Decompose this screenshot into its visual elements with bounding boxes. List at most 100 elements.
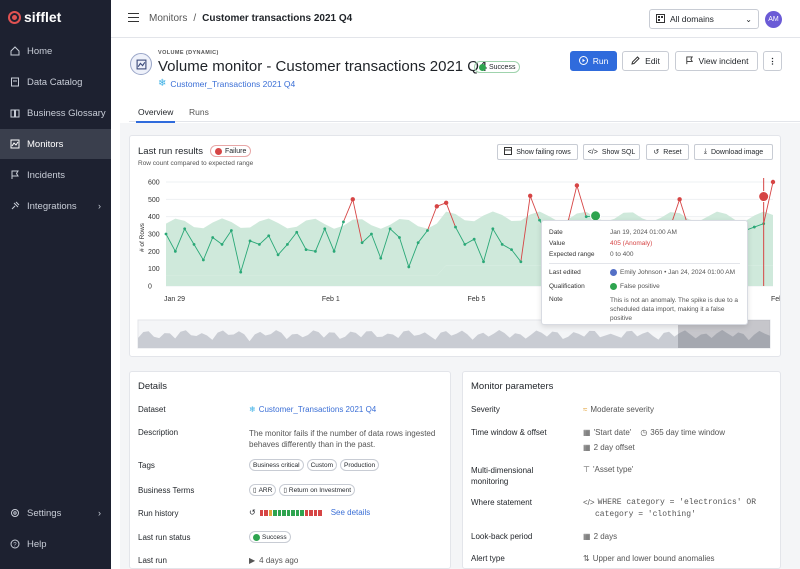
- dataset-link[interactable]: ❄ Customer_Transactions 2021 Q4: [158, 78, 295, 89]
- param-alert-value: Upper and lower bound anomalies: [592, 554, 715, 563]
- sidebar-item-home[interactable]: Home: [0, 36, 111, 66]
- data-point: [220, 243, 224, 246]
- data-point: [183, 227, 187, 231]
- brand-logo[interactable]: sifflet: [8, 9, 61, 25]
- tooltip-note-label: Note: [549, 296, 563, 303]
- detail-dataset-link[interactable]: ❄ Customer_Transactions 2021 Q4: [249, 405, 376, 414]
- chevron-down-icon: ⌄: [745, 14, 752, 24]
- dataset-link-label: Customer_Transactions 2021 Q4: [170, 78, 296, 89]
- topbar: Monitors / Customer transactions 2021 Q4…: [111, 0, 800, 38]
- y-axis-label: # of Rows: [139, 222, 146, 252]
- data-point: [201, 258, 205, 262]
- data-point: [164, 232, 168, 236]
- run-history-segment: [282, 509, 286, 516]
- data-point: [388, 227, 392, 231]
- run-history-segment: [304, 509, 309, 516]
- edit-button-label: Edit: [645, 56, 660, 66]
- reset-button[interactable]: ↺ Reset: [646, 144, 689, 160]
- data-point: [584, 215, 588, 219]
- reset-label: Reset: [663, 148, 682, 156]
- sidebar-item-integrations[interactable]: Integrations ›: [0, 191, 111, 221]
- view-incident-button[interactable]: View incident: [675, 51, 758, 71]
- anomaly-point: [434, 204, 440, 209]
- page-title: Volume monitor - Customer transactions 2…: [158, 58, 488, 75]
- run-history-segment: [309, 509, 313, 516]
- detail-description-value: The monitor fails if the number of data …: [249, 429, 436, 450]
- term-chip-label: Return on Investment: [288, 486, 352, 494]
- series-segment: [576, 185, 587, 217]
- data-point: [752, 225, 756, 229]
- data-point: [510, 248, 513, 251]
- avatar[interactable]: AM: [765, 11, 782, 28]
- catalog-icon: [9, 77, 20, 88]
- data-point: [500, 243, 504, 246]
- detail-terms-label: Business Terms: [138, 486, 195, 495]
- sidebar-item-business-glossary[interactable]: Business Glossary: [0, 98, 111, 128]
- success-badge-label: Success: [262, 533, 287, 541]
- sidebar-item-help[interactable]: ? Help: [0, 529, 111, 559]
- show-sql-button[interactable]: </> Show SQL: [583, 144, 640, 160]
- gear-icon: [9, 508, 20, 519]
- data-point: [426, 229, 429, 232]
- sidebar-item-incidents[interactable]: Incidents: [0, 160, 111, 190]
- data-point: [304, 248, 308, 251]
- tab-bar: Overview Runs: [129, 100, 800, 123]
- term-chip[interactable]: ▯ Return on Investment: [279, 484, 356, 496]
- tooltip-edited-value: Emily Johnson • Jan 24, 2024 01:00 AM: [620, 269, 736, 276]
- tooltip-range-value: 0 to 400: [610, 251, 634, 258]
- menu-icon[interactable]: [128, 13, 139, 22]
- edit-button[interactable]: Edit: [622, 51, 669, 71]
- run-history-segment: [300, 509, 304, 516]
- y-tick-label: 300: [148, 232, 160, 239]
- data-point: [398, 236, 401, 239]
- detail-description-label: Description: [138, 428, 179, 437]
- failure-badge-label: Failure: [225, 147, 247, 155]
- run-history-bar[interactable]: [259, 509, 322, 516]
- x-tick-label: Feb 1: [322, 296, 340, 303]
- param-lookback-value: 2 days: [593, 532, 618, 541]
- anomaly-point: [443, 200, 449, 205]
- detail-history-label: Run history: [138, 509, 179, 518]
- play-icon: [578, 55, 588, 67]
- detail-status-label: Last run status: [138, 533, 191, 542]
- data-point: [211, 236, 215, 239]
- status-badge: Success: [474, 61, 521, 73]
- sidebar-item-data-catalog[interactable]: Data Catalog: [0, 67, 111, 97]
- tag-chip[interactable]: Business critical: [249, 459, 304, 471]
- run-history-segment: [273, 509, 277, 516]
- show-failing-rows-button[interactable]: Show failing rows: [497, 144, 578, 160]
- x-tick-label: Feb 5: [468, 296, 486, 303]
- param-alert-label: Alert type: [471, 554, 505, 563]
- logo-icon: [8, 10, 21, 24]
- run-button[interactable]: Run: [570, 51, 617, 71]
- data-point: [239, 270, 243, 274]
- monitor-type-icon: [130, 53, 152, 75]
- book-icon: [9, 108, 20, 119]
- sidebar-item-label: Data Catalog: [27, 76, 83, 88]
- more-options-icon[interactable]: ⋮: [763, 51, 782, 71]
- tooltip-date-value: Jan 19, 2024 01:00 AM: [610, 229, 677, 236]
- show-failing-rows-label: Show failing rows: [516, 148, 571, 156]
- tag-list: Business critical Custom Production: [249, 459, 382, 471]
- check-icon: [610, 283, 617, 290]
- y-tick-label: 100: [148, 266, 160, 273]
- tab-runs[interactable]: Runs: [189, 107, 209, 117]
- tab-overview[interactable]: Overview: [135, 107, 176, 123]
- download-image-button[interactable]: ⤓ Download image: [694, 144, 773, 160]
- sidebar-item-monitors[interactable]: Monitors: [0, 129, 111, 159]
- sidebar-item-settings[interactable]: Settings ›: [0, 498, 111, 528]
- domain-select[interactable]: All domains ⌄: [649, 9, 759, 29]
- chart-subtitle: Row count compared to expected range: [138, 160, 254, 167]
- param-time-start: 'Start date': [593, 428, 632, 437]
- run-history-segment: [259, 509, 264, 516]
- tooltip-value: 405 (Anomaly): [610, 240, 653, 247]
- breadcrumb-monitors[interactable]: Monitors: [149, 13, 187, 24]
- flag-icon: [685, 55, 694, 67]
- tag-chip[interactable]: Custom: [306, 459, 338, 471]
- chevron-right-icon: ›: [98, 508, 101, 518]
- data-point: [463, 243, 467, 246]
- term-chip[interactable]: ▯ ARR: [249, 484, 277, 496]
- tag-chip[interactable]: Production: [340, 459, 380, 471]
- see-details-link[interactable]: See details: [331, 508, 371, 517]
- sidebar-item-label: Monitors: [27, 138, 64, 150]
